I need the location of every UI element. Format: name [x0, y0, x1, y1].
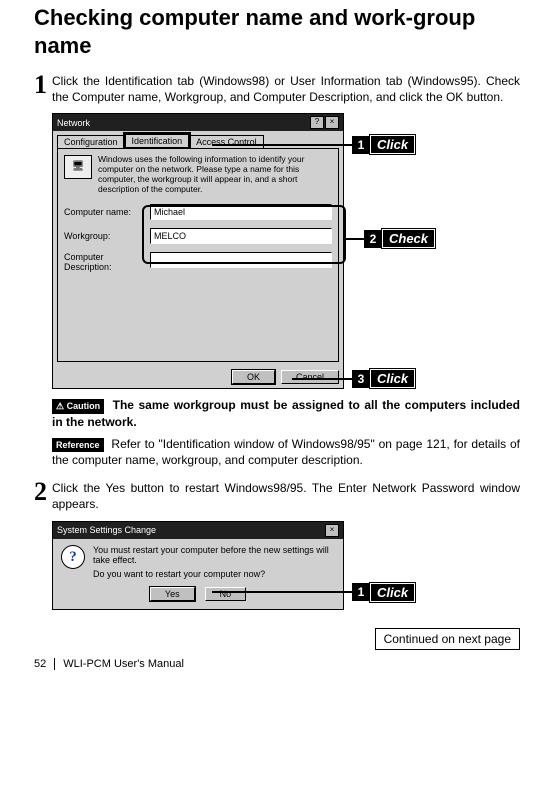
callout-4: 1 Click — [212, 583, 415, 602]
callout-2: 2 Check — [344, 229, 435, 248]
computer-description-label: Computer Description: — [64, 252, 144, 272]
figure-1: Network ? × Configuration Identification… — [52, 113, 520, 389]
step-2: 2 Click the Yes button to restart Window… — [34, 480, 520, 512]
page-title: Checking computer name and work-group na… — [34, 4, 520, 59]
fields-highlight-box — [142, 205, 346, 264]
yes-button[interactable]: Yes — [150, 587, 195, 601]
restart-line2: Do you want to restart your computer now… — [93, 569, 335, 579]
step-1: 1 Click the Identification tab (Windows9… — [34, 73, 520, 105]
continued-box: Continued on next page — [375, 628, 520, 650]
workgroup-label: Workgroup: — [64, 231, 144, 241]
callout-3-number: 3 — [352, 370, 370, 388]
step-1-number: 1 — [34, 73, 52, 105]
callout-2-label: Check — [382, 229, 435, 248]
reference-note: Reference Refer to "Identification windo… — [52, 436, 520, 468]
computer-icon: 🖥 — [64, 155, 92, 179]
computer-name-label: Computer name: — [64, 207, 144, 217]
callout-3-label: Click — [370, 369, 415, 388]
dialog-titlebar: Network ? × — [53, 114, 343, 131]
restart-dialog-titlebar: System Settings Change × — [53, 522, 343, 539]
help-button[interactable]: ? — [310, 116, 324, 129]
dialog-title: Network — [57, 118, 90, 128]
close-button[interactable]: × — [325, 116, 339, 129]
figure-2: System Settings Change × ? You must rest… — [52, 521, 520, 610]
tab-configuration[interactable]: Configuration — [57, 135, 125, 148]
page-footer: 52 WLI-PCM User's Manual — [34, 658, 520, 670]
step-2-number: 2 — [34, 480, 52, 512]
intro-text: Windows uses the following information t… — [98, 155, 332, 194]
restart-dialog-title: System Settings Change — [57, 525, 156, 535]
caution-badge: Caution — [52, 399, 104, 413]
callout-1: 1 Click — [212, 135, 415, 154]
ok-button[interactable]: OK — [232, 370, 275, 384]
question-icon: ? — [61, 545, 85, 569]
step-2-text: Click the Yes button to restart Windows9… — [52, 480, 520, 512]
reference-text: Refer to "Identification window of Windo… — [52, 437, 520, 467]
page-number: 52 — [34, 658, 55, 670]
callout-2-number: 2 — [364, 230, 382, 248]
callout-1-label: Click — [370, 135, 415, 154]
restart-line1: You must restart your computer before th… — [93, 545, 335, 565]
callout-3: 3 Click — [292, 369, 415, 388]
step-1-text: Click the Identification tab (Windows98)… — [52, 73, 520, 105]
reference-badge: Reference — [52, 438, 104, 452]
callout-1-number: 1 — [352, 136, 370, 154]
caution-note: Caution The same workgroup must be assig… — [52, 397, 520, 429]
doc-title: WLI-PCM User's Manual — [63, 658, 184, 670]
callout-4-label: Click — [370, 583, 415, 602]
callout-4-number: 1 — [352, 583, 370, 601]
tab-identification[interactable]: Identification — [125, 134, 190, 147]
restart-message: You must restart your computer before th… — [93, 545, 335, 579]
caution-text: The same workgroup must be assigned to a… — [52, 398, 520, 428]
restart-close-button[interactable]: × — [325, 524, 339, 537]
